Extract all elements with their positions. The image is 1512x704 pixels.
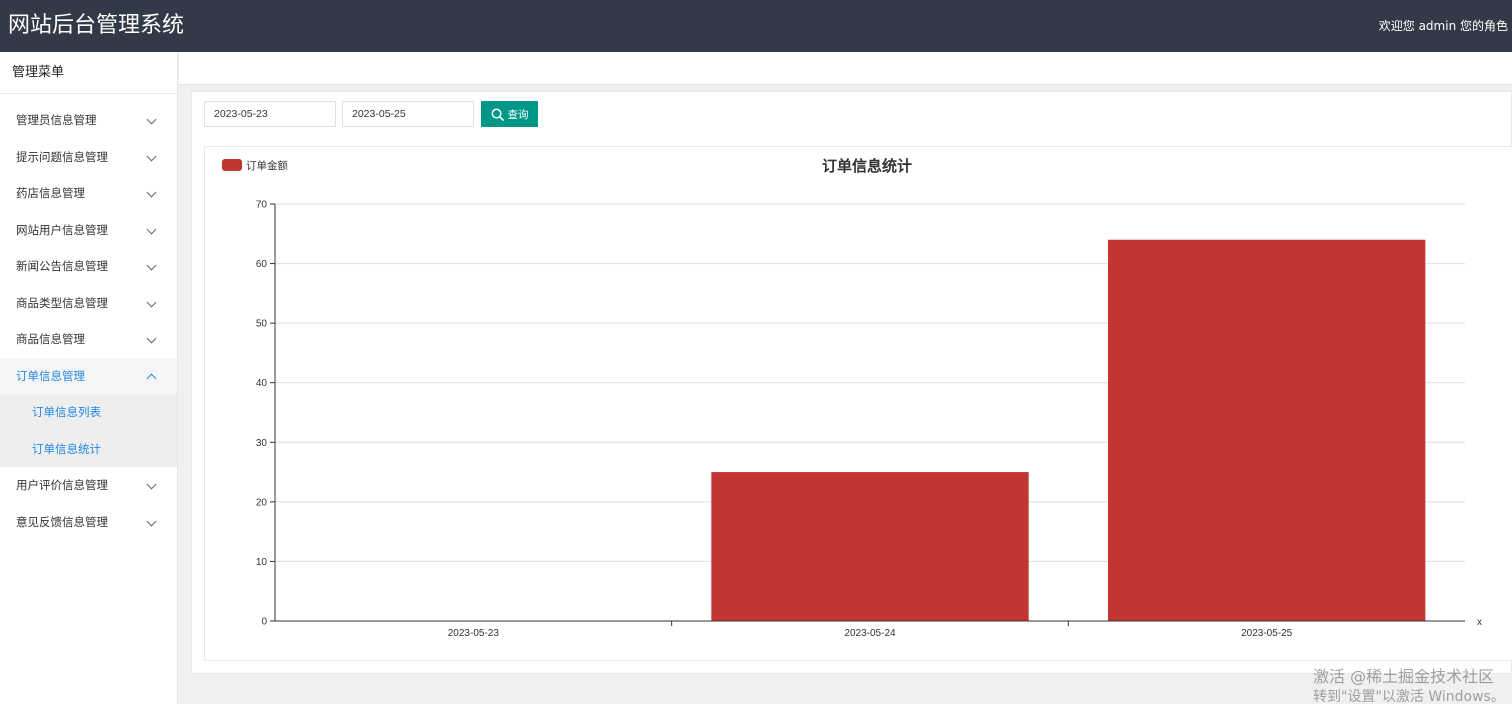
chevron-down-icon [146, 333, 157, 344]
sidebar-item-feedback[interactable]: 意见反馈信息管理 [0, 504, 177, 541]
submenu-item-order-list[interactable]: 订单信息列表 [0, 394, 177, 431]
menu-title: 管理菜单 [0, 52, 177, 94]
sidebar-item-pharmacy[interactable]: 药店信息管理 [0, 175, 177, 212]
x-tick-label: 2023-05-23 [448, 628, 500, 639]
sidebar-item-label: 新闻公告信息管理 [16, 259, 108, 273]
x-tick-label: 2023-05-24 [844, 628, 896, 639]
tab-bar [179, 52, 1512, 85]
chevron-down-icon [146, 479, 157, 490]
end-date-input[interactable] [342, 101, 474, 127]
chevron-down-icon [146, 151, 157, 161]
chevron-up-icon [146, 373, 157, 383]
bar-2023-05-25[interactable] [1108, 239, 1426, 621]
y-tick-label: 0 [261, 617, 267, 628]
sidebar-item-label: 意见反馈信息管理 [16, 514, 108, 529]
watermark-line2: 转到"设置"以激活 Windows。 [1313, 689, 1505, 704]
sidebar-item-product[interactable]: 商品信息管理 [0, 321, 177, 358]
sidebar-item-reviews[interactable]: 用户评价信息管理 [0, 467, 177, 504]
sidebar-item-question[interactable]: 提示问题信息管理 [0, 139, 177, 176]
site-title: 网站后台管理系统 [8, 13, 185, 38]
chevron-down-icon [146, 297, 157, 307]
start-date-input[interactable] [204, 101, 336, 127]
main-content: 查询 0 10 20 30 40 50 60 70 2023-05-23 2023-05-24 20… [191, 91, 1512, 674]
sidebar-item-product-type[interactable]: 商品类型信息管理 [0, 285, 177, 322]
legend-swatch[interactable] [222, 159, 242, 171]
y-tick-label: 60 [256, 259, 268, 270]
x-axis-label: x [1477, 617, 1482, 628]
order-chart-panel: 0 10 20 30 40 50 60 70 2023-05-23 2023-05-24 2023-… [204, 146, 1512, 661]
y-tick-label: 30 [256, 438, 268, 449]
search-button[interactable]: 查询 [481, 101, 538, 127]
y-tick-label: 50 [256, 319, 268, 330]
sidebar-item-label: 提示问题信息管理 [16, 149, 108, 164]
top-header: 网站后台管理系统 欢迎您 admin 您的角色 [0, 0, 1512, 52]
watermark-line1: 激活 @稀土掘金技术社区 [1313, 667, 1495, 686]
search-icon [491, 108, 504, 121]
sidebar-item-users[interactable]: 网站用户信息管理 [0, 212, 177, 249]
sidebar-item-label: 管理员信息管理 [16, 113, 97, 127]
welcome-text: 欢迎您 admin 您的角色 [1378, 19, 1508, 33]
sidebar: 管理菜单 管理员信息管理 提示问题信息管理 药店信息管理 网站用户信息管理 新闻… [0, 52, 178, 704]
chevron-down-icon [146, 114, 157, 125]
chevron-down-icon [146, 224, 157, 234]
search-button-label: 查询 [507, 108, 529, 121]
y-tick-label: 10 [256, 557, 268, 568]
sidebar-menu: 管理员信息管理 提示问题信息管理 药店信息管理 网站用户信息管理 新闻公告信息管… [0, 102, 177, 540]
sidebar-item-label: 网站用户信息管理 [16, 222, 108, 237]
orders-submenu: 订单信息列表 订单信息统计 [0, 394, 177, 467]
sidebar-item-label: 商品信息管理 [16, 332, 85, 346]
sidebar-item-label: 订单信息管理 [16, 368, 85, 383]
bar-2023-05-24[interactable] [711, 472, 1029, 621]
y-tick-label: 20 [256, 497, 268, 508]
order-bar-chart: 0 10 20 30 40 50 60 70 2023-05-23 2023-05-24 2023-… [222, 157, 1482, 639]
sidebar-item-news[interactable]: 新闻公告信息管理 [0, 248, 177, 285]
chart-title: 订单信息统计 [822, 157, 912, 175]
sidebar-item-orders[interactable]: 订单信息管理 [0, 357, 177, 394]
y-tick-label: 70 [256, 200, 268, 211]
chevron-down-icon [146, 516, 157, 526]
sidebar-item-label: 用户评价信息管理 [16, 478, 108, 492]
y-tick-label: 40 [256, 378, 268, 389]
sidebar-item-label: 商品类型信息管理 [16, 295, 108, 310]
sidebar-item-admin[interactable]: 管理员信息管理 [0, 102, 177, 139]
chevron-down-icon [146, 260, 157, 271]
legend-label[interactable]: 订单金额 [246, 159, 288, 172]
sidebar-item-label: 药店信息管理 [16, 186, 85, 200]
x-tick-label: 2023-05-25 [1241, 628, 1293, 639]
submenu-item-order-stats[interactable]: 订单信息统计 [0, 431, 177, 468]
chevron-down-icon [146, 187, 157, 198]
